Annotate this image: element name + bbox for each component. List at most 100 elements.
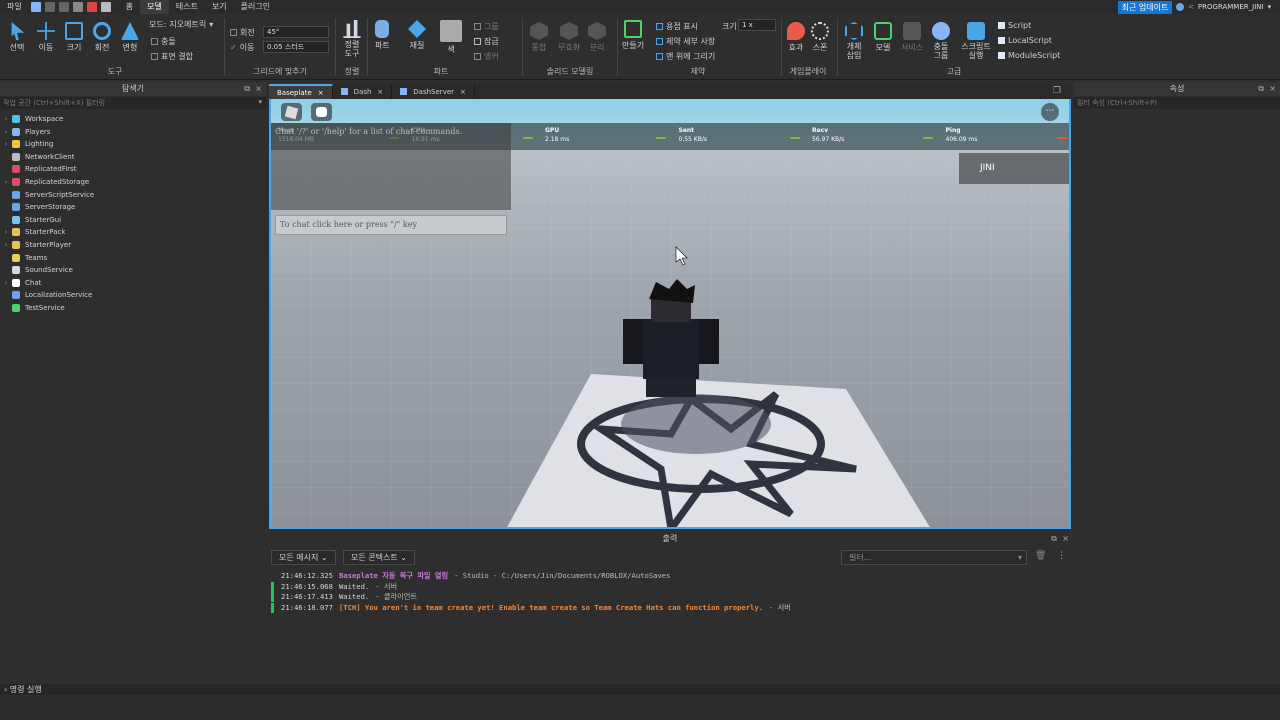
output-filter-input[interactable]: 필터... ▾ — [841, 550, 1027, 565]
close-icon[interactable]: × — [1269, 82, 1276, 96]
more-options-icon[interactable]: ⋯ — [1041, 103, 1059, 121]
show-welds-toggle[interactable]: 용접 표시 — [656, 21, 698, 32]
output-line[interactable]: 21:46:17.413 Waited. - 클라이언트 — [281, 592, 417, 602]
output-line[interactable]: 21:46:15.068 Waited. - 서버 — [281, 582, 397, 592]
explorer-item[interactable]: StarterGui — [0, 214, 61, 226]
create-constraint-button[interactable]: 만들기 — [622, 20, 644, 51]
group-button[interactable]: 그룹 — [474, 21, 499, 32]
command-bar[interactable]: › 명령 실행 — [0, 684, 1280, 695]
color-button[interactable]: 색 — [440, 20, 462, 55]
message-filter-dropdown[interactable]: 모든 메시지 ⌄ — [271, 550, 336, 565]
lock-button[interactable]: 잠금 — [474, 36, 499, 47]
explorer-item[interactable]: LocalizationService — [0, 289, 92, 301]
menu-tab[interactable]: 모델 — [140, 0, 169, 14]
explorer-item[interactable]: TestService — [0, 302, 65, 314]
new-file-icon[interactable] — [30, 2, 41, 12]
explorer-filter-input[interactable]: 작업 공간 (Ctrl+Shift+X) 필터링 — [0, 97, 266, 109]
material-button[interactable]: 재질 — [408, 20, 426, 51]
select-tool-button[interactable]: 선택 — [8, 22, 26, 53]
collision-toggle[interactable]: 충돌 — [151, 36, 176, 47]
share-icon[interactable]: < — [1188, 3, 1194, 11]
explorer-item[interactable]: › ReplicatedStorage — [0, 176, 89, 188]
surface-join-toggle[interactable]: 표면 결합 — [151, 51, 193, 62]
rotate-snap-toggle[interactable]: 회전 — [230, 27, 255, 38]
close-icon[interactable]: × — [460, 88, 466, 96]
roblox-menu-icon[interactable] — [281, 103, 302, 121]
properties-filter-input[interactable]: 필터 속성 (Ctrl+Shift+P) — [1074, 97, 1280, 109]
expand-arrow-icon[interactable]: › — [0, 178, 12, 186]
rotate-tool-button[interactable]: 회전 — [93, 22, 111, 53]
effects-button[interactable]: 효과 — [787, 22, 805, 53]
explorer-item[interactable]: SoundService — [0, 264, 73, 276]
close-icon[interactable]: × — [1062, 532, 1069, 546]
scale-tool-button[interactable]: 크기 — [65, 22, 83, 53]
document-tab[interactable]: Dash × — [333, 84, 393, 99]
anchor-button[interactable]: 앵커 — [474, 51, 499, 62]
trash-icon[interactable]: 🗑 — [1035, 551, 1046, 561]
close-icon[interactable]: × — [377, 88, 383, 96]
float-icon[interactable]: ⧉ — [1051, 532, 1057, 546]
close-icon[interactable]: × — [255, 82, 262, 96]
explorer-item[interactable]: › Lighting — [0, 138, 53, 150]
document-tab[interactable]: DashServer × — [392, 84, 475, 99]
chevron-down-icon[interactable]: ▾ — [258, 98, 262, 106]
explorer-item[interactable]: › Workspace — [0, 113, 63, 125]
menu-tab[interactable]: 홈 — [119, 0, 140, 14]
insert-modulescript-button[interactable]: ModuleScript — [998, 51, 1060, 60]
menu-tab[interactable]: 플러그인 — [234, 0, 277, 14]
explorer-item[interactable]: ServerStorage — [0, 201, 75, 213]
explorer-item[interactable]: › StarterPack — [0, 226, 65, 238]
model-button[interactable]: 모델 — [874, 22, 892, 53]
help-icon[interactable] — [1176, 3, 1184, 11]
explorer-item[interactable]: ReplicatedFirst — [0, 163, 77, 175]
expand-arrow-icon[interactable]: › — [0, 241, 12, 249]
menu-tab[interactable]: 보기 — [205, 0, 234, 14]
chevron-down-icon[interactable]: ▾ — [1268, 3, 1272, 11]
team-icon[interactable] — [100, 2, 111, 12]
username[interactable]: PROGRAMMER_JINI — [1198, 3, 1264, 11]
run-script-button[interactable]: 스크립트 실행 — [960, 22, 992, 60]
expand-arrow-icon[interactable]: › — [0, 279, 12, 287]
rotate-snap-checkbox[interactable] — [230, 29, 237, 36]
surface-join-checkbox[interactable] — [151, 53, 158, 60]
mode-selector[interactable]: 모드: 지오메트릭 ▾ — [149, 19, 213, 30]
expand-arrow-icon[interactable]: › — [0, 140, 12, 148]
rotate-snap-input[interactable]: 45° — [263, 26, 329, 38]
service-button[interactable]: 서비스 — [901, 22, 923, 53]
explorer-item[interactable]: › Chat — [0, 277, 41, 289]
insert-localscript-button[interactable]: LocalScript — [998, 36, 1052, 45]
more-vertical-icon[interactable]: ⋮ — [1057, 551, 1066, 561]
float-icon[interactable]: ⧉ — [1258, 82, 1264, 96]
stop-icon[interactable] — [86, 2, 97, 12]
output-line[interactable]: 21:46:18.077 [TCH] You aren't in team cre… — [281, 603, 791, 613]
spawn-button[interactable]: 스폰 — [811, 22, 829, 53]
recent-updates-button[interactable]: 최근 업데이트 — [1118, 1, 1172, 14]
chat-toggle-icon[interactable] — [311, 103, 332, 121]
play-icon[interactable] — [72, 2, 83, 12]
menu-file[interactable]: 파일 — [0, 0, 29, 14]
part-button[interactable]: 파트 — [375, 20, 390, 51]
maximize-icon[interactable]: ❐ — [1053, 86, 1061, 96]
game-viewport[interactable]: Mem1516.04 MBCPU16.91 msGPU2.18 msSent0.… — [269, 99, 1071, 529]
move-snap-input[interactable]: 0.05 스터드 — [263, 41, 329, 53]
output-line[interactable]: 21:46:12.325 Baseplate 자동 복구 파일 열림 - Studi… — [281, 571, 670, 581]
union-button[interactable]: 통합 — [530, 22, 548, 53]
explorer-item[interactable]: ServerScriptService — [0, 189, 94, 201]
explorer-item[interactable]: Teams — [0, 252, 47, 264]
document-tab[interactable]: Baseplate × — [269, 84, 333, 99]
draw-on-top-toggle[interactable]: 맨 위에 그리기 — [656, 51, 715, 62]
expand-arrow-icon[interactable]: › — [0, 115, 12, 123]
separate-button[interactable]: 분리 — [588, 22, 606, 53]
constraint-scale-input[interactable]: 1 x — [738, 19, 776, 31]
collision-groups-button[interactable]: 충돌 그룹 — [932, 22, 950, 60]
check-icon[interactable]: ✓ — [230, 43, 237, 52]
insert-object-button[interactable]: 개체 삽입 — [845, 22, 863, 60]
negate-button[interactable]: 무효화 — [558, 22, 580, 53]
explorer-item[interactable]: › Players — [0, 126, 50, 138]
player-list-entry[interactable]: JINI — [959, 153, 1069, 184]
collision-checkbox[interactable] — [151, 38, 158, 45]
float-icon[interactable]: ⧉ — [244, 82, 250, 96]
undo-icon[interactable] — [44, 2, 55, 12]
context-filter-dropdown[interactable]: 모든 콘텍스트 ⌄ — [343, 550, 415, 565]
explorer-item[interactable]: › StarterPlayer — [0, 239, 71, 251]
